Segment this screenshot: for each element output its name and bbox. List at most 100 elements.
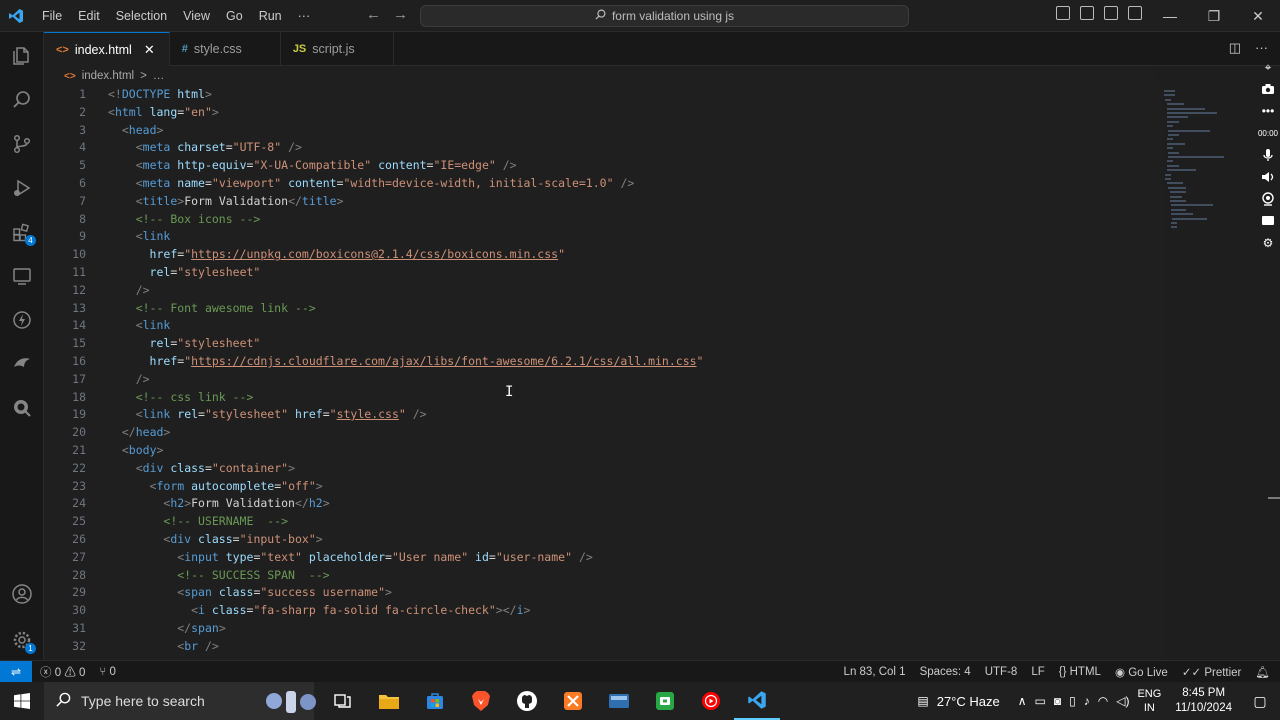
ports-indicator[interactable]: ⑂ 0 bbox=[99, 666, 116, 678]
code-line[interactable]: <meta charset="UTF-8" /> bbox=[108, 139, 703, 157]
code-line[interactable]: <link bbox=[108, 228, 703, 246]
toggle-primary-sidebar-icon[interactable] bbox=[1056, 6, 1070, 20]
code-line[interactable]: <br /> bbox=[108, 638, 703, 656]
microphone-tray-icon[interactable]: ♪ bbox=[1084, 694, 1090, 708]
github-desktop-icon[interactable] bbox=[504, 682, 550, 720]
webcam-icon[interactable] bbox=[1256, 188, 1280, 210]
camtasia-icon[interactable] bbox=[642, 682, 688, 720]
code-line[interactable]: rel="stylesheet" bbox=[108, 335, 703, 353]
menu-file[interactable]: File bbox=[34, 0, 70, 32]
vscode-taskbar-icon[interactable] bbox=[734, 682, 780, 720]
search-sidebar-icon[interactable] bbox=[0, 78, 44, 122]
code-line[interactable]: <meta http-equiv="X-UA-Compatible" conte… bbox=[108, 157, 703, 175]
minimap[interactable] bbox=[1162, 86, 1254, 246]
weather-icon[interactable]: ▤ bbox=[917, 694, 928, 708]
tab-style-css[interactable]: # style.css bbox=[170, 32, 281, 66]
code-line[interactable]: href="https://cdnjs.cloudflare.com/ajax/… bbox=[108, 353, 704, 371]
close-window-icon[interactable]: ✕ bbox=[1236, 0, 1280, 32]
problems-indicator[interactable]: ⓧ 0 ⚠ 0 bbox=[40, 664, 85, 680]
code-line[interactable]: <div class="input-box"> bbox=[108, 531, 703, 549]
menu-run[interactable]: Run bbox=[251, 0, 290, 32]
split-editor-icon[interactable]: ◫ bbox=[1229, 40, 1241, 56]
breadcrumb-file[interactable]: index.html bbox=[82, 70, 134, 82]
explorer-icon[interactable] bbox=[0, 34, 44, 78]
code-line[interactable]: <title>Form Validation</title> bbox=[108, 193, 703, 211]
code-line[interactable]: href="https://unpkg.com/boxicons@2.1.4/c… bbox=[108, 246, 703, 264]
pin-icon[interactable]: ⌖ bbox=[1256, 56, 1280, 78]
command-center[interactable]: form validation using js bbox=[420, 5, 909, 27]
forward-arrow-icon[interactable]: → bbox=[393, 6, 408, 23]
run-debug-icon[interactable] bbox=[0, 166, 44, 210]
code-line[interactable]: <span class="success username"> bbox=[108, 584, 703, 602]
code-line[interactable]: <!-- USERNAME --> bbox=[108, 513, 703, 531]
cursor-position[interactable]: Ln 83, Col 1 bbox=[844, 666, 906, 678]
language-mode[interactable]: {} HTML bbox=[1059, 666, 1101, 678]
minimize-icon[interactable]: — bbox=[1148, 0, 1192, 32]
live-share-icon[interactable] bbox=[0, 342, 44, 386]
go-live-button[interactable]: ◉ Go Live bbox=[1115, 665, 1168, 679]
microsoft-store-icon[interactable] bbox=[412, 682, 458, 720]
weather-text[interactable]: 27°C Haze bbox=[937, 694, 1000, 709]
settings-gear-icon[interactable]: ⚙ bbox=[1256, 232, 1280, 254]
search-replace-extension-icon[interactable] bbox=[0, 386, 44, 430]
code-line[interactable]: <head> bbox=[108, 122, 703, 140]
xampp-icon[interactable] bbox=[550, 682, 596, 720]
remote-indicator-icon[interactable]: ⇌ bbox=[0, 660, 32, 683]
code-line[interactable]: <!DOCTYPE html> bbox=[108, 86, 703, 104]
code-line[interactable]: </span> bbox=[108, 620, 703, 638]
code-line[interactable]: </head> bbox=[108, 424, 703, 442]
menu-selection[interactable]: Selection bbox=[108, 0, 175, 32]
code-line[interactable]: <!-- Box icons --> bbox=[108, 211, 703, 229]
end-of-line[interactable]: LF bbox=[1031, 666, 1044, 678]
code-line[interactable]: <h2>Form Validation</h2> bbox=[108, 495, 703, 513]
screen-icon[interactable] bbox=[1256, 210, 1280, 232]
mysql-workbench-icon[interactable] bbox=[596, 682, 642, 720]
wifi-icon[interactable]: ◠ bbox=[1098, 694, 1108, 708]
language-indicator[interactable]: ENG IN bbox=[1137, 687, 1161, 715]
code-editor[interactable]: 1 2 3 4 5 6 7 8 9 10 11 12 13 14 15 16 17 18 19 20 21 22 23 24 2… bbox=[44, 86, 1164, 660]
manage-gear-icon[interactable]: 1 bbox=[0, 618, 44, 662]
code-line[interactable]: <i class="fa-sharp fa-solid fa-circle-ch… bbox=[108, 602, 703, 620]
code-line[interactable]: <meta name="viewport" content="width=dev… bbox=[108, 175, 703, 193]
notification-center-icon[interactable]: ▢ bbox=[1240, 693, 1280, 710]
code-line[interactable]: <!-- css link --> bbox=[108, 389, 703, 407]
breadcrumb-more[interactable]: … bbox=[153, 70, 165, 82]
customize-layout-icon[interactable] bbox=[1128, 6, 1142, 20]
code-line[interactable]: <div class="container"> bbox=[108, 460, 703, 478]
code-line[interactable]: <input type="text" placeholder="User nam… bbox=[108, 549, 703, 567]
extensions-icon[interactable]: 4 bbox=[0, 210, 44, 254]
close-tab-icon[interactable]: ✕ bbox=[144, 42, 155, 58]
menu-go[interactable]: Go bbox=[218, 0, 251, 32]
source-control-icon[interactable] bbox=[0, 122, 44, 166]
remote-explorer-icon[interactable] bbox=[0, 254, 44, 298]
usb-icon[interactable]: ▯ bbox=[1069, 694, 1076, 708]
toggle-panel-icon[interactable] bbox=[1080, 6, 1094, 20]
show-hidden-icons-icon[interactable]: ∧ bbox=[1018, 694, 1027, 708]
battery-icon[interactable]: ▭ bbox=[1035, 694, 1046, 708]
encoding[interactable]: UTF-8 bbox=[985, 666, 1018, 678]
back-arrow-icon[interactable]: ← bbox=[366, 6, 381, 23]
camera-tray-icon[interactable]: ◙ bbox=[1054, 694, 1061, 708]
toggle-secondary-sidebar-icon[interactable] bbox=[1104, 6, 1118, 20]
youtube-music-icon[interactable] bbox=[688, 682, 734, 720]
indentation[interactable]: Spaces: 4 bbox=[920, 666, 971, 678]
accounts-icon[interactable] bbox=[0, 572, 44, 616]
code-line[interactable]: <html lang="en"> bbox=[108, 104, 703, 122]
more-dots-icon[interactable]: ••• bbox=[1256, 100, 1280, 122]
file-explorer-icon[interactable] bbox=[366, 682, 412, 720]
camera-icon[interactable] bbox=[1256, 78, 1280, 100]
tab-index-html[interactable]: <> index.html ✕ bbox=[44, 32, 170, 66]
prettier-button[interactable]: ✓✓ Prettier bbox=[1182, 665, 1242, 679]
code-line[interactable]: <form autocomplete="off"> bbox=[108, 478, 703, 496]
code-content[interactable]: <!DOCTYPE html> <html lang="en"> <head> <… bbox=[108, 86, 703, 656]
code-line[interactable]: /> bbox=[108, 371, 703, 389]
code-line[interactable]: <!-- Font awesome link --> bbox=[108, 300, 703, 318]
code-line[interactable]: rel="stylesheet" bbox=[108, 264, 703, 282]
code-line[interactable]: <body> bbox=[108, 442, 703, 460]
task-view-icon[interactable] bbox=[320, 682, 366, 720]
brave-browser-icon[interactable] bbox=[458, 682, 504, 720]
menu-view[interactable]: View bbox=[175, 0, 218, 32]
menu-more[interactable]: ··· bbox=[290, 0, 319, 32]
notifications-bell-icon[interactable]: 🔔︎ bbox=[1255, 665, 1270, 679]
code-line[interactable]: <!-- SUCCESS SPAN --> bbox=[108, 567, 703, 585]
